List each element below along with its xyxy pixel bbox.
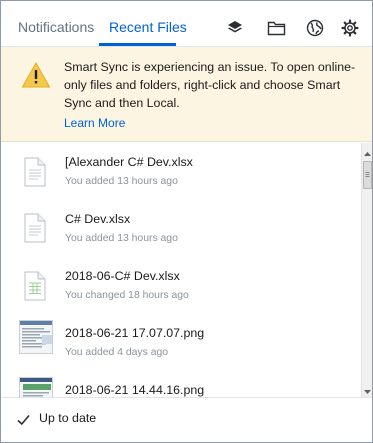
- scroll-down-arrow-icon[interactable]: [363, 384, 372, 394]
- footer: Up to date: [1, 397, 372, 442]
- file-name: 2018-06-21 17.07.07.png: [65, 326, 205, 340]
- checkmark-icon: [17, 413, 30, 426]
- file-name: [Alexander C# Dev.xlsx: [65, 155, 193, 169]
- globe-icon[interactable]: [305, 18, 325, 38]
- file-activity: You added 13 hours ago: [65, 176, 178, 187]
- scroll-up-arrow-icon[interactable]: [363, 146, 372, 156]
- scrollbar-thumb[interactable]: [363, 161, 372, 189]
- file-name: C# Dev.xlsx: [65, 212, 131, 226]
- active-tab-indicator: [99, 43, 176, 46]
- sync-status: Up to date: [39, 411, 97, 425]
- folder-icon[interactable]: [266, 18, 286, 38]
- file-activity: You changed 18 hours ago: [65, 290, 189, 301]
- tab-notifications[interactable]: Notifications: [18, 19, 94, 35]
- document-icon: [24, 213, 46, 243]
- list-item[interactable]: 2018-06-C# Dev.xlsx You changed 18 hours…: [1, 259, 361, 317]
- recent-files-list: [Alexander C# Dev.xlsx You added 13 hour…: [1, 143, 361, 397]
- list-item[interactable]: C# Dev.xlsx You added 13 hours ago: [1, 201, 361, 259]
- dropbox-panel: Notifications Recent Files Smart Sync is…: [0, 0, 373, 443]
- list-item[interactable]: 2018-06-21 17.07.07.png You added 4 days…: [1, 317, 361, 375]
- scrollbar[interactable]: [361, 143, 372, 397]
- image-thumbnail: [19, 320, 53, 354]
- list-item[interactable]: 2018-06-21 14.44.16.png: [1, 375, 361, 397]
- warning-triangle-icon: [21, 61, 51, 89]
- file-activity: You added 13 hours ago: [65, 233, 178, 244]
- file-name: 2018-06-C# Dev.xlsx: [65, 269, 180, 283]
- learn-more-link[interactable]: Learn More: [64, 116, 125, 130]
- header: Notifications Recent Files: [1, 1, 372, 47]
- list-item[interactable]: [Alexander C# Dev.xlsx You added 13 hour…: [1, 143, 361, 201]
- spreadsheet-icon: [24, 271, 46, 301]
- banner-message: Smart Sync is experiencing an issue. To …: [64, 60, 356, 110]
- layers-icon[interactable]: [225, 18, 245, 38]
- file-activity: You added 4 days ago: [65, 347, 169, 358]
- gear-icon[interactable]: [340, 18, 360, 38]
- document-icon: [24, 157, 46, 187]
- tab-recent-files[interactable]: Recent Files: [109, 19, 187, 35]
- smart-sync-warning-banner: Smart Sync is experiencing an issue. To …: [1, 47, 372, 142]
- file-name: 2018-06-21 14.44.16.png: [65, 383, 205, 397]
- image-thumbnail: [19, 377, 53, 397]
